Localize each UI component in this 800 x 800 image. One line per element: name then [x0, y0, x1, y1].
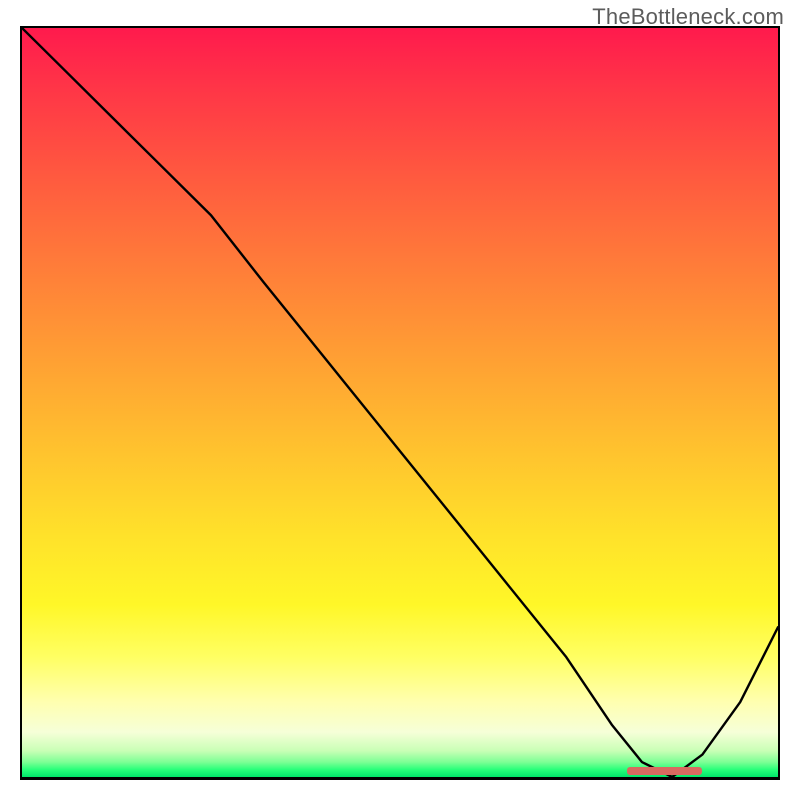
plot-area: [20, 26, 780, 780]
chart-frame: TheBottleneck.com: [0, 0, 800, 800]
optimum-marker: [627, 767, 703, 775]
curve-layer: [22, 28, 778, 777]
bottleneck-curve-path: [22, 28, 778, 777]
